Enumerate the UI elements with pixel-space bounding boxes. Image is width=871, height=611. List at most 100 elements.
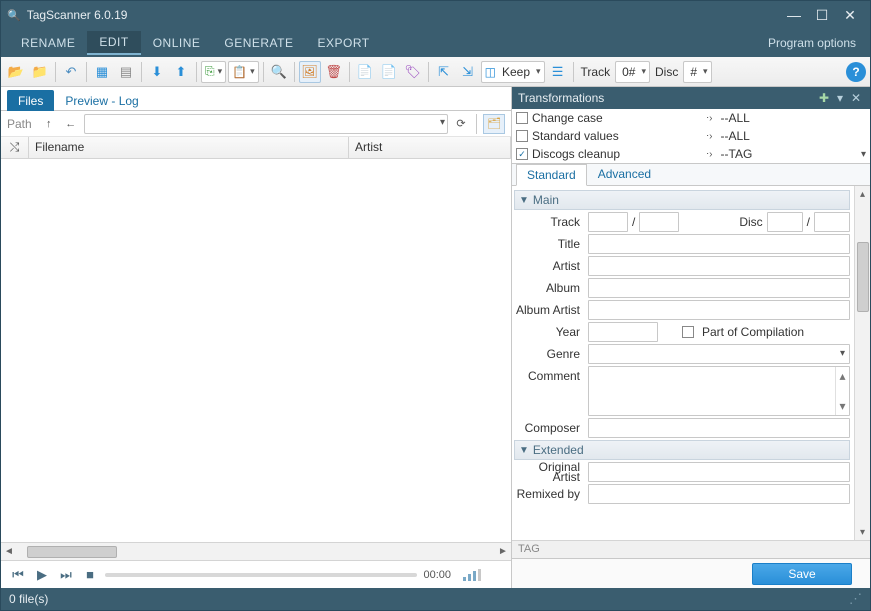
arrow-up-icon[interactable]: ⬆	[170, 61, 192, 83]
title-input[interactable]	[588, 234, 850, 254]
next-track-icon[interactable]: ⏭	[57, 566, 75, 584]
transformations-header: Transformations ✚ ▾ ✕	[512, 87, 870, 109]
column-filename[interactable]: Filename	[29, 137, 349, 158]
app-window: 🔍 TagScanner 6.0.19 — ☐ ✕ RENAME EDIT ON…	[0, 0, 871, 611]
minimize-button[interactable]: —	[780, 5, 808, 25]
album-artist-input[interactable]	[588, 300, 850, 320]
titlebar: 🔍 TagScanner 6.0.19 — ☐ ✕	[1, 1, 870, 29]
close-button[interactable]: ✕	[836, 5, 864, 25]
arrow-right-icon: ⋅›	[706, 149, 713, 160]
genre-dropdown[interactable]: ▾	[588, 344, 850, 364]
stop-icon[interactable]: ■	[81, 566, 99, 584]
composer-input[interactable]	[588, 418, 850, 438]
tag-icon[interactable]: 🏷	[402, 61, 424, 83]
close-transformations-icon[interactable]: ✕	[848, 90, 864, 106]
menu-rename[interactable]: RENAME	[9, 32, 87, 54]
section-main[interactable]: ▼Main	[514, 190, 850, 210]
track-total-input[interactable]	[639, 212, 679, 232]
checkbox[interactable]	[516, 112, 528, 124]
maximize-button[interactable]: ☐	[808, 5, 836, 25]
path-back-icon[interactable]: ←	[62, 115, 80, 133]
column-artist[interactable]: Artist	[349, 137, 511, 158]
prev-track-icon[interactable]: ⏮	[9, 566, 27, 584]
track-label: Track	[514, 215, 584, 229]
path-input[interactable]: ▾	[84, 114, 448, 134]
left-pane: Files Preview - Log Path ↑ ← ▾ ⟳ 🗂 ⤭ Fil…	[1, 87, 512, 588]
add-transformation-icon[interactable]: ✚	[816, 90, 832, 106]
disc-number-input[interactable]	[767, 212, 803, 232]
script-add-icon[interactable]: 📄	[378, 61, 400, 83]
arrow-right-icon: ⋅›	[706, 113, 713, 124]
file-list[interactable]	[1, 159, 511, 542]
track-number-input[interactable]	[588, 212, 628, 232]
horizontal-scrollbar[interactable]: ◄ ►	[1, 542, 511, 560]
tab-advanced[interactable]: Advanced	[587, 163, 662, 185]
path-up-icon[interactable]: ↑	[40, 115, 58, 133]
save-button[interactable]: Save	[752, 563, 852, 585]
original-artist-input[interactable]	[588, 462, 850, 482]
chevron-down-icon[interactable]: ▾	[861, 149, 866, 160]
menu-online[interactable]: ONLINE	[141, 32, 213, 54]
grid-view-icon[interactable]: ▦	[91, 61, 113, 83]
image-icon[interactable]: 🖼	[299, 61, 321, 83]
tree-icon[interactable]: 🗂	[483, 114, 505, 134]
refresh-icon[interactable]: ⟳	[452, 115, 470, 133]
file-count: 0 file(s)	[9, 592, 48, 606]
menu-export[interactable]: EXPORT	[306, 32, 382, 54]
track-format-dropdown[interactable]: 0#▾	[615, 61, 650, 83]
player-bar: ⏮ ▶ ⏭ ■ 00:00	[1, 560, 511, 588]
tag-type-label: TAG	[512, 540, 870, 558]
remixed-by-input[interactable]	[588, 484, 850, 504]
remove-image-icon[interactable]: 🗑	[323, 61, 345, 83]
shuffle-column-icon[interactable]: ⤭	[1, 137, 29, 158]
paste-dropdown[interactable]: 📋▾	[228, 61, 258, 83]
import-icon[interactable]: ⇲	[457, 61, 479, 83]
resize-grip-icon[interactable]: ⋰	[849, 591, 862, 607]
disc-format-dropdown[interactable]: #▾	[683, 61, 711, 83]
year-input[interactable]	[588, 322, 658, 342]
section-extended[interactable]: ▼Extended	[514, 440, 850, 460]
menu-edit[interactable]: EDIT	[87, 31, 140, 55]
list-view-icon[interactable]: ▤	[115, 61, 137, 83]
new-folder-icon[interactable]: 📁	[29, 61, 51, 83]
keep-dropdown[interactable]: ◫Keep▾	[481, 61, 545, 83]
tab-files[interactable]: Files	[7, 90, 54, 111]
artist-input[interactable]	[588, 256, 850, 276]
disc-label: Disc	[739, 215, 762, 229]
volume-icon[interactable]	[463, 569, 503, 581]
status-bar: 0 file(s) ⋰	[1, 588, 870, 610]
arrow-down-icon[interactable]: ⬇	[146, 61, 168, 83]
transformation-row[interactable]: Standard values ⋅› --ALL	[512, 127, 870, 145]
open-folder-icon[interactable]: 📂	[5, 61, 27, 83]
program-options-link[interactable]: Program options	[762, 32, 862, 54]
play-icon[interactable]: ▶	[33, 566, 51, 584]
tag-editor: ▼Main Track / Disc / Title Artist A	[512, 186, 854, 540]
transformation-row[interactable]: Change case ⋅› --ALL	[512, 109, 870, 127]
file-list-header: ⤭ Filename Artist	[1, 137, 511, 159]
album-input[interactable]	[588, 278, 850, 298]
disc-total-input[interactable]	[814, 212, 850, 232]
right-pane: Transformations ✚ ▾ ✕ Change case ⋅› --A…	[512, 87, 870, 588]
vertical-scrollbar[interactable]: ▴ ▾	[854, 186, 870, 540]
compilation-checkbox[interactable]	[682, 326, 694, 338]
export-icon[interactable]: ⇱	[433, 61, 455, 83]
app-title: TagScanner 6.0.19	[27, 8, 780, 22]
menu-generate[interactable]: GENERATE	[212, 32, 305, 54]
playlist-icon[interactable]: ☰	[547, 61, 569, 83]
app-icon: 🔍	[7, 9, 21, 22]
script-icon[interactable]: 📄	[354, 61, 376, 83]
search-icon[interactable]: 🔍	[268, 61, 290, 83]
checkbox[interactable]	[516, 130, 528, 142]
comment-textarea[interactable]: ▴▾	[588, 366, 850, 416]
play-time: 00:00	[423, 569, 451, 581]
help-icon[interactable]: ?	[846, 62, 866, 82]
seek-bar[interactable]	[105, 573, 417, 577]
undo-icon[interactable]: ↶	[60, 61, 82, 83]
copy-dropdown[interactable]: ⎘▾	[201, 61, 226, 83]
tab-standard[interactable]: Standard	[516, 164, 587, 186]
checkbox-checked[interactable]: ✓	[516, 148, 528, 160]
tab-preview-log[interactable]: Preview - Log	[54, 90, 149, 111]
disc-label: Disc	[652, 65, 681, 79]
transformation-row[interactable]: ✓ Discogs cleanup ⋅› --TAG ▾	[512, 145, 870, 163]
transformation-menu-icon[interactable]: ▾	[832, 90, 848, 106]
